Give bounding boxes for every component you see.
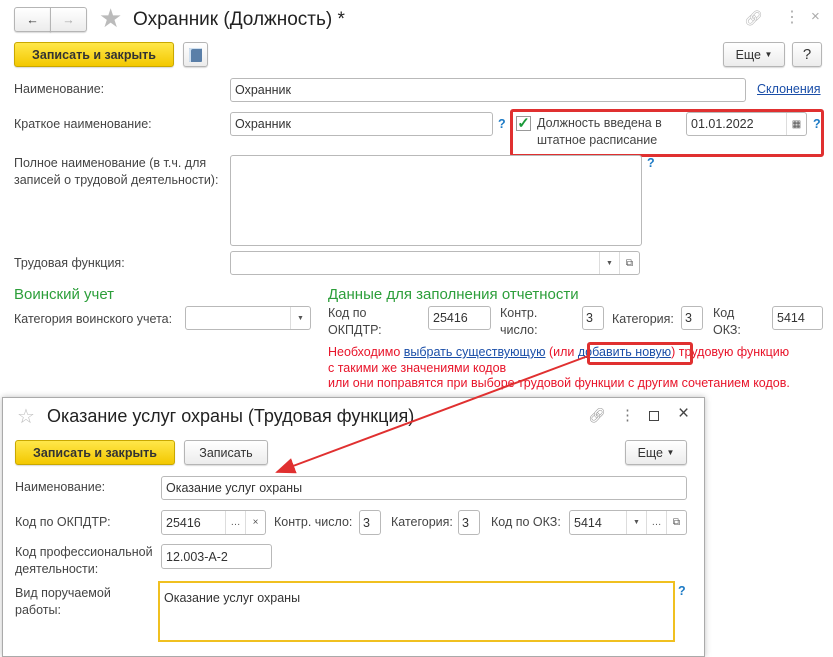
annotation-arrow (275, 355, 589, 474)
